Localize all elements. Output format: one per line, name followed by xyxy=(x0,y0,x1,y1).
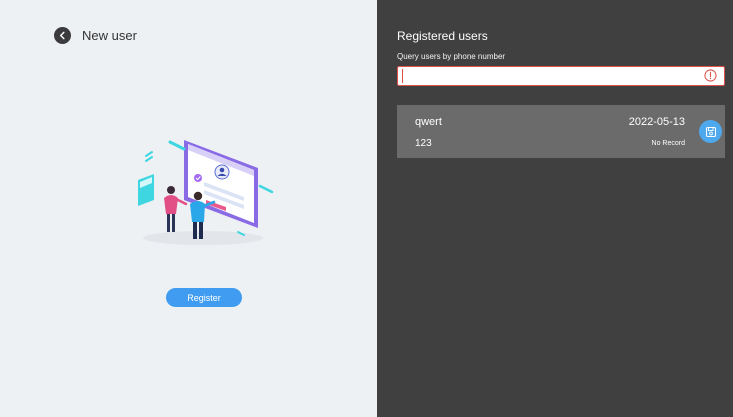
user-list-item[interactable]: qwert 123 2022-05-13 No Record xyxy=(397,105,725,158)
user-name: qwert xyxy=(415,116,442,128)
page-title: New user xyxy=(82,28,137,43)
user-registration-illustration xyxy=(138,140,274,245)
save-disk-icon xyxy=(705,126,716,137)
search-box xyxy=(397,66,725,86)
phone-search-input[interactable] xyxy=(402,69,692,83)
registered-users-panel: Registered users Query users by phone nu… xyxy=(377,0,733,417)
chevron-left-icon xyxy=(59,31,65,40)
user-record-status: No Record xyxy=(651,140,685,147)
new-user-panel: New user Register xyxy=(0,0,377,417)
back-button[interactable] xyxy=(54,27,71,44)
search-label: Query users by phone number xyxy=(397,52,506,61)
user-phone: 123 xyxy=(415,138,432,149)
record-button[interactable] xyxy=(699,120,722,143)
register-button[interactable]: Register xyxy=(166,288,242,307)
registered-users-title: Registered users xyxy=(397,29,488,43)
user-registered-date: 2022-05-13 xyxy=(628,116,685,128)
alert-circle-icon xyxy=(704,69,717,82)
